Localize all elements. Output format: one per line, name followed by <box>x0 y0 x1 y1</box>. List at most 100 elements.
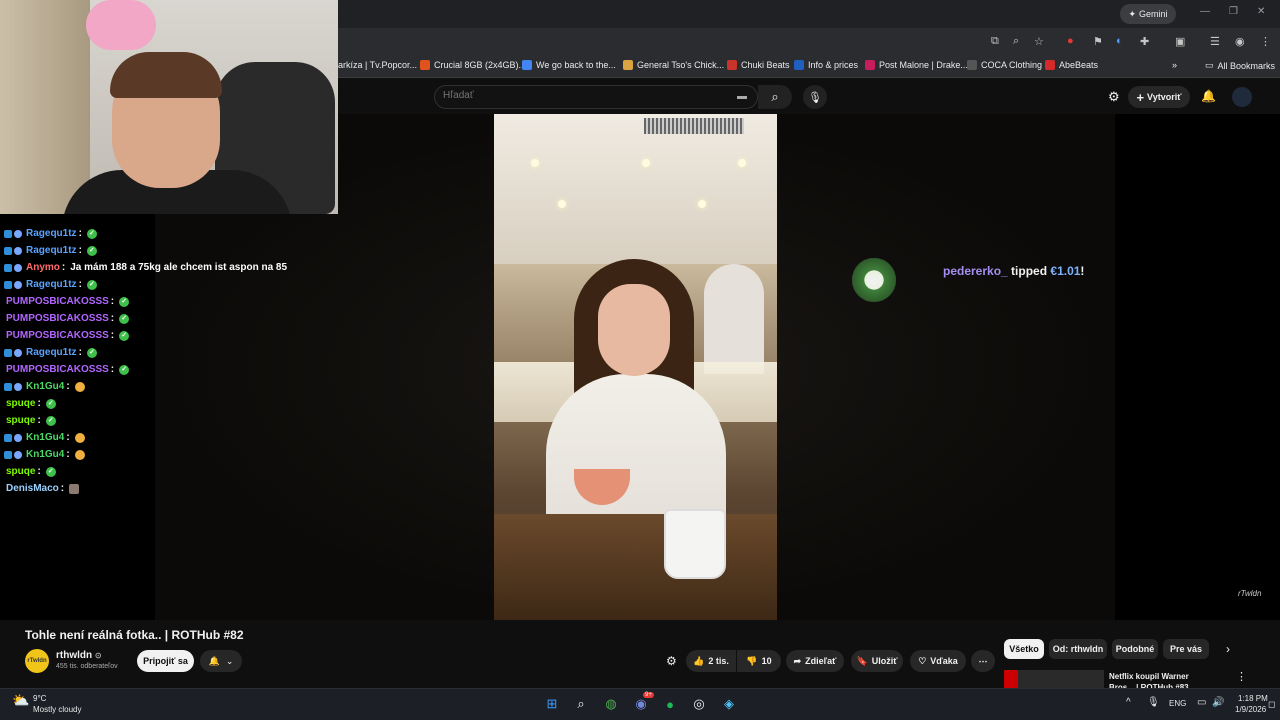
chat-username[interactable]: Ragequ1tz <box>26 279 77 290</box>
chat-username[interactable]: spuqe <box>6 466 35 477</box>
clock-time[interactable]: 1:18 PM <box>1238 694 1268 703</box>
search-input[interactable] <box>443 90 723 101</box>
weather-temperature[interactable]: 9°C <box>33 694 46 703</box>
more-actions-button[interactable]: ⋯ <box>971 650 995 672</box>
menu-icon[interactable]: ⋮ <box>1260 35 1271 48</box>
recommendation-thumbnail[interactable] <box>1004 670 1104 688</box>
create-button[interactable]: + Vytvoriť <box>1128 86 1190 108</box>
gemini-label: Gemini <box>1139 9 1168 19</box>
like-button[interactable]: 👍 2 tis. <box>686 650 736 672</box>
plush-toy <box>86 0 156 50</box>
language-indicator[interactable]: ENG <box>1169 699 1186 708</box>
chat-message: PUMPOSBICAKOSSS : ✓ <box>4 364 130 375</box>
dislike-button[interactable]: 👎 10 <box>737 650 781 672</box>
share-button[interactable]: ➦ Zdieľať <box>786 650 844 672</box>
app-icon[interactable]: ◈ <box>719 694 739 714</box>
chat-username[interactable]: DenisMaco <box>6 483 59 494</box>
save-button[interactable]: 🔖 Uložiť <box>851 650 903 672</box>
chat-username[interactable]: Anymo <box>26 262 60 273</box>
keyboard-icon[interactable]: ▬ <box>737 91 747 102</box>
chip-from-channel[interactable]: Od: rthwldn <box>1049 639 1107 659</box>
close-icon[interactable]: ✕ <box>1257 6 1265 17</box>
bookmark-item[interactable]: Info & prices <box>794 60 858 70</box>
search-button[interactable]: ⌕ <box>758 85 792 109</box>
avatar[interactable] <box>1232 87 1252 107</box>
star-icon[interactable]: ☆ <box>1034 35 1044 48</box>
cast-icon[interactable]: ⧉ <box>991 35 999 48</box>
gear-icon[interactable]: ⚙ <box>666 654 677 668</box>
minimize-icon[interactable]: — <box>1200 6 1210 17</box>
bookmark-icon: 🔖 <box>856 655 868 666</box>
chevron-right-icon[interactable]: › <box>1226 642 1230 656</box>
obs-icon[interactable]: ◎ <box>689 694 709 714</box>
sidepanel-icon[interactable]: ▣ <box>1175 35 1185 48</box>
bookmark-item[interactable]: General Tso's Chick... <box>623 60 724 70</box>
chat-message: spuqe : ✓ <box>4 398 56 409</box>
notifications-button[interactable]: 🔔 ⌄ <box>200 650 242 672</box>
chat-username[interactable]: PUMPOSBICAKOSSS <box>6 364 109 375</box>
chat-username[interactable]: spuqe <box>6 398 35 409</box>
gear-icon[interactable]: ⚙ <box>1108 89 1120 105</box>
chat-message: Kn1Gu4 : <box>4 381 85 392</box>
create-label: Vytvoriť <box>1147 92 1182 102</box>
chat-username[interactable]: PUMPOSBICAKOSSS <box>6 313 109 324</box>
chat-username[interactable]: PUMPOSBICAKOSSS <box>6 330 109 341</box>
chat-username[interactable]: Ragequ1tz <box>26 347 77 358</box>
bookmark-item[interactable]: COCA Clothing <box>967 60 1042 70</box>
extension-2-icon[interactable]: ⚑ <box>1093 35 1103 48</box>
weather-condition[interactable]: Mostly cloudy <box>33 705 81 714</box>
clock-date[interactable]: 1/9/2026 <box>1235 705 1266 714</box>
volume-icon[interactable]: 🔊 <box>1212 697 1224 708</box>
extension-3-icon[interactable]: ◐ <box>1116 35 1123 47</box>
tray-overflow-icon[interactable]: ^ <box>1126 697 1131 708</box>
chat-username[interactable]: PUMPOSBICAKOSSS <box>6 296 109 307</box>
ceiling-light <box>642 159 650 167</box>
notification-icon[interactable]: ◻ <box>1268 699 1275 710</box>
network-icon[interactable]: ▭ <box>1197 697 1206 708</box>
profile-icon[interactable]: ◉ <box>1235 35 1245 48</box>
bookmark-item[interactable]: Chuki Beats <box>727 60 790 70</box>
bookmark-item[interactable]: Post Malone | Drake... <box>865 60 968 70</box>
tip-alert: pedererko_ tipped €1.01! <box>943 264 1084 278</box>
chat-username[interactable]: Kn1Gu4 <box>26 381 64 392</box>
chat-username[interactable]: Kn1Gu4 <box>26 432 64 443</box>
bookmark-item[interactable]: We go back to the... <box>522 60 616 70</box>
gemini-button[interactable]: ✦ Gemini <box>1120 4 1176 24</box>
chat-username[interactable]: Ragequ1tz <box>26 228 77 239</box>
tabs-icon[interactable]: ☰ <box>1210 35 1220 48</box>
chip-related[interactable]: Podobné <box>1112 639 1158 659</box>
more-options-icon[interactable]: ⋮ <box>1236 670 1247 683</box>
chat-username[interactable]: Kn1Gu4 <box>26 449 64 460</box>
weather-icon[interactable]: ⛅ <box>12 692 29 709</box>
mic-icon[interactable]: 🎙 <box>1147 697 1160 708</box>
chat-username[interactable]: Ragequ1tz <box>26 245 77 256</box>
chat-username[interactable]: spuqe <box>6 415 35 426</box>
chrome-icon[interactable]: ◍ <box>601 694 621 714</box>
extension-icon[interactable]: ● <box>1067 35 1074 47</box>
bookmark-item[interactable]: arkíza | Tv.Popcor... <box>338 60 417 70</box>
chip-for-you[interactable]: Pre vás <box>1163 639 1209 659</box>
chat-emote-icon: ✓ <box>119 364 130 375</box>
zoom-icon[interactable]: ⌕ <box>1013 35 1019 48</box>
channel-name[interactable]: rthwldn ⊙ <box>56 650 102 661</box>
bookmark-item[interactable]: Crucial 8GB (2x4GB)... <box>420 60 526 70</box>
thanks-button[interactable]: ♡ Vďaka <box>910 650 966 672</box>
chat-badge-icon <box>14 280 22 289</box>
puzzle-icon[interactable]: ✚ <box>1140 35 1149 48</box>
all-bookmarks[interactable]: ▭ All Bookmarks <box>1205 60 1275 71</box>
windows-start-icon[interactable]: ⊞ <box>542 694 562 714</box>
join-button[interactable]: Pripojiť sa <box>137 650 194 672</box>
chat-badge-icon <box>4 263 12 272</box>
bookmark-item[interactable]: AbeBeats <box>1045 60 1098 70</box>
search-icon[interactable]: ⌕ <box>571 694 591 714</box>
chip-all[interactable]: Všetko <box>1004 639 1044 659</box>
bookmarks-overflow-icon[interactable]: » <box>1172 60 1177 70</box>
channel-avatar[interactable]: rTwldn <box>25 649 49 673</box>
voice-search-button[interactable]: 🎙 <box>803 85 827 109</box>
bell-icon[interactable]: 🔔 <box>1201 89 1216 103</box>
maximize-icon[interactable]: ❐ <box>1229 6 1238 17</box>
chat-message: Ragequ1tz : ✓ <box>4 279 97 290</box>
spotify-icon[interactable]: ● <box>660 694 680 714</box>
search-box[interactable]: ▬ <box>434 85 758 109</box>
chat-badge-icon <box>14 246 22 255</box>
